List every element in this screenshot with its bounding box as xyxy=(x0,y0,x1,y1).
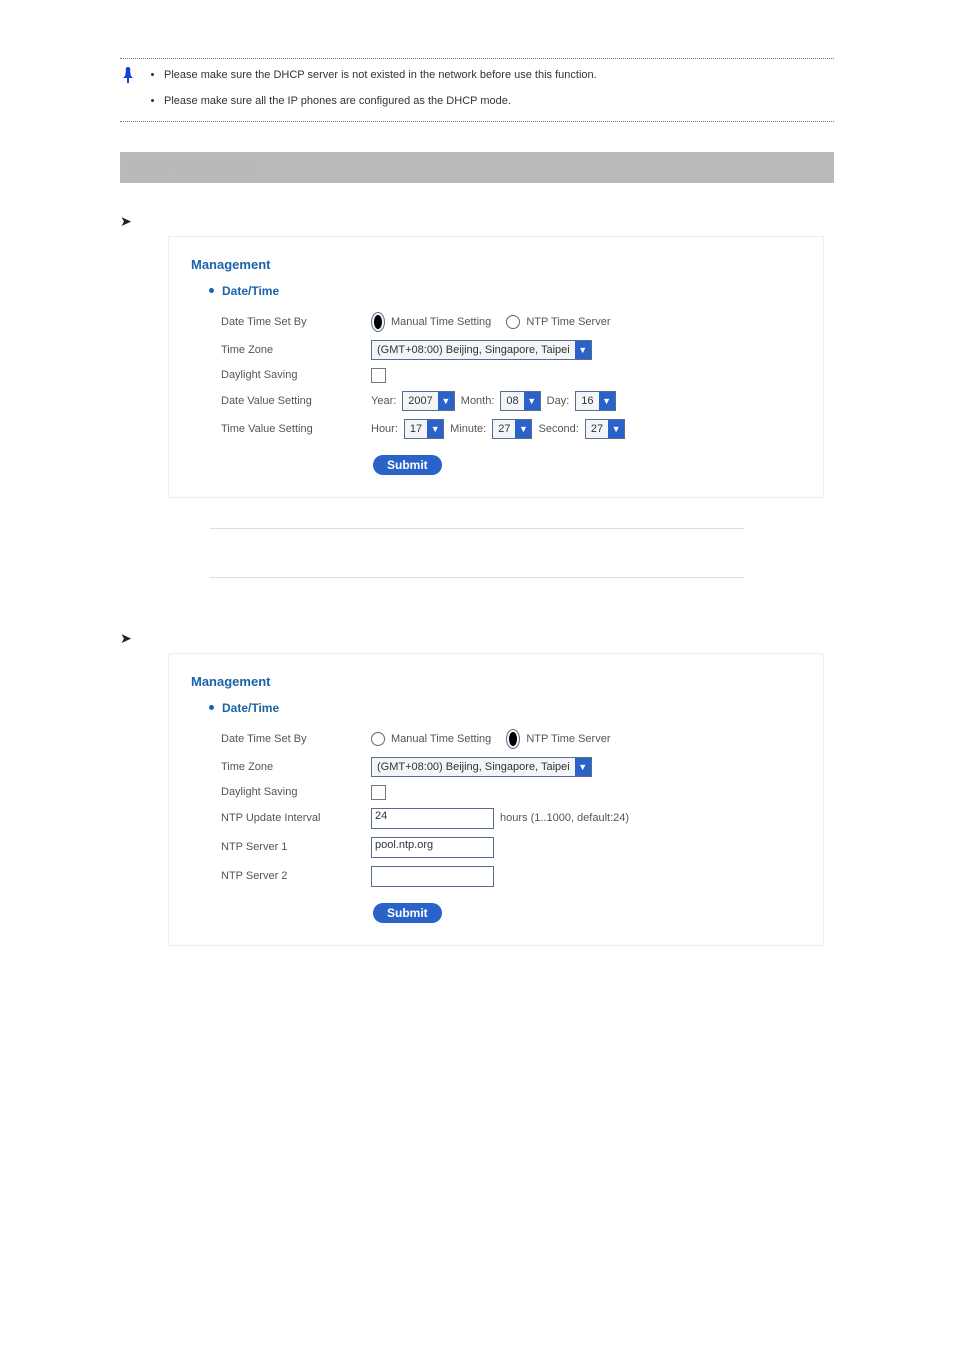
row-server1: NTP Server 1 pool.ntp.org xyxy=(221,837,801,858)
label-set-by: Date Time Set By xyxy=(221,316,371,328)
bullet-icon xyxy=(209,288,214,293)
day-label: Day: xyxy=(547,395,570,407)
select-timezone[interactable]: (GMT+08:00) Beijing, Singapore, Taipei ▼ xyxy=(371,340,592,360)
chevron-down-icon: ▼ xyxy=(599,392,615,410)
row-date: Date Value Setting Year: 2007▼ Month: 08… xyxy=(221,391,801,411)
subsection-text: Date/Time xyxy=(146,213,196,225)
select-year[interactable]: 2007▼ xyxy=(402,391,454,411)
panel-sub: Date/Time xyxy=(222,701,279,715)
panel-title: Management xyxy=(191,674,801,689)
chevron-down-icon: ▼ xyxy=(427,420,443,438)
input-server1[interactable]: pool.ntp.org xyxy=(371,837,494,858)
panel-sub: Date/Time xyxy=(222,284,279,298)
select-second[interactable]: 27▼ xyxy=(585,419,625,439)
panel-subhead: Date/Time xyxy=(209,284,801,298)
radio-ntp-label: NTP Time Server xyxy=(526,316,610,328)
panel-subhead: Date/Time xyxy=(209,701,801,715)
hour-label: Hour: xyxy=(371,423,398,435)
interval-hint: hours (1..1000, default:24) xyxy=(500,812,629,824)
year-value: 2007 xyxy=(403,395,437,407)
arrow-icon: ➤ xyxy=(120,213,136,230)
panel-title: Management xyxy=(191,257,801,272)
row-interval: NTP Update Interval 24 hours (1..1000, d… xyxy=(221,808,801,829)
section-banner: 3.3.4. Management xyxy=(120,152,834,183)
input-server2[interactable] xyxy=(371,866,494,887)
label-set-by: Date Time Set By xyxy=(221,733,371,745)
tips-block: Please make sure the DHCP server is not … xyxy=(120,65,834,111)
radio-manual[interactable] xyxy=(371,732,385,746)
tips-list: Please make sure the DHCP server is not … xyxy=(164,69,834,81)
row-tz: Time Zone (GMT+08:00) Beijing, Singapore… xyxy=(221,757,801,777)
year-label: Year: xyxy=(371,395,396,407)
select-timezone-value: (GMT+08:00) Beijing, Singapore, Taipei xyxy=(372,344,575,356)
divider xyxy=(210,528,744,529)
chevron-down-icon: ▼ xyxy=(575,341,591,359)
label-date: Date Value Setting xyxy=(221,395,371,407)
month-label: Month: xyxy=(461,395,495,407)
radio-manual-label: Manual Time Setting xyxy=(391,316,491,328)
panel-manual: Management Date/Time Date Time Set By Ma… xyxy=(168,236,824,498)
label-interval: NTP Update Interval xyxy=(221,812,371,824)
bullet-icon xyxy=(209,705,214,710)
subsection-head: ➤ Date/Time xyxy=(120,213,834,230)
minute-value: 27 xyxy=(493,423,515,435)
tip-item: Please make sure all the IP phones are c… xyxy=(164,95,834,107)
divider xyxy=(120,58,834,59)
label-server2: NTP Server 2 xyxy=(221,870,371,882)
label-time: Time Value Setting xyxy=(221,423,371,435)
input-interval[interactable]: 24 xyxy=(371,808,494,829)
radio-manual[interactable] xyxy=(371,312,385,332)
row-ds: Daylight Saving xyxy=(221,785,801,800)
divider xyxy=(210,577,744,578)
checkbox-daylight[interactable] xyxy=(371,785,386,800)
select-month[interactable]: 08▼ xyxy=(500,391,540,411)
inter-text: If press NTP Time Server, it will show t… xyxy=(120,541,834,565)
row-time: Time Value Setting Hour: 17▼ Minute: 27▼… xyxy=(221,419,801,439)
row-set-by: Date Time Set By Manual Time Setting NTP… xyxy=(221,729,801,749)
checkbox-daylight[interactable] xyxy=(371,368,386,383)
subsection-head: ➤ NTP Time Server xyxy=(120,630,834,647)
label-ds: Daylight Saving xyxy=(221,369,371,381)
row-tz: Time Zone (GMT+08:00) Beijing, Singapore… xyxy=(221,340,801,360)
submit-button[interactable]: Submit xyxy=(373,455,442,475)
radio-manual-label: Manual Time Setting xyxy=(391,733,491,745)
arrow-icon: ➤ xyxy=(120,630,136,647)
select-day[interactable]: 16▼ xyxy=(575,391,615,411)
tips-list: Please make sure all the IP phones are c… xyxy=(164,95,834,107)
radio-ntp[interactable] xyxy=(506,729,520,749)
label-server1: NTP Server 1 xyxy=(221,841,371,853)
subsection-text: NTP Time Server xyxy=(146,630,230,642)
row-ds: Daylight Saving xyxy=(221,368,801,383)
label-ds: Daylight Saving xyxy=(221,786,371,798)
label-tz: Time Zone xyxy=(221,344,371,356)
minute-label: Minute: xyxy=(450,423,486,435)
row-set-by: Date Time Set By Manual Time Setting NTP… xyxy=(221,312,801,332)
divider xyxy=(120,121,834,122)
chevron-down-icon: ▼ xyxy=(438,392,454,410)
page-root: Please make sure the DHCP server is not … xyxy=(0,0,954,1006)
pin-icon xyxy=(120,65,136,85)
panel-ntp: Management Date/Time Date Time Set By Ma… xyxy=(168,653,824,946)
select-timezone[interactable]: (GMT+08:00) Beijing, Singapore, Taipei ▼ xyxy=(371,757,592,777)
select-minute[interactable]: 27▼ xyxy=(492,419,532,439)
second-label: Second: xyxy=(538,423,578,435)
chevron-down-icon: ▼ xyxy=(515,420,531,438)
hour-value: 17 xyxy=(405,423,427,435)
tips-body: Please make sure the DHCP server is not … xyxy=(138,65,834,111)
second-value: 27 xyxy=(586,423,608,435)
label-tz: Time Zone xyxy=(221,761,371,773)
radio-ntp-label: NTP Time Server xyxy=(526,733,610,745)
submit-button[interactable]: Submit xyxy=(373,903,442,923)
tip-item: Please make sure the DHCP server is not … xyxy=(164,69,834,81)
select-hour[interactable]: 17▼ xyxy=(404,419,444,439)
row-server2: NTP Server 2 xyxy=(221,866,801,887)
month-value: 08 xyxy=(501,395,523,407)
chevron-down-icon: ▼ xyxy=(524,392,540,410)
chevron-down-icon: ▼ xyxy=(608,420,624,438)
chevron-down-icon: ▼ xyxy=(575,758,591,776)
radio-ntp[interactable] xyxy=(506,315,520,329)
day-value: 16 xyxy=(576,395,598,407)
select-timezone-value: (GMT+08:00) Beijing, Singapore, Taipei xyxy=(372,761,575,773)
